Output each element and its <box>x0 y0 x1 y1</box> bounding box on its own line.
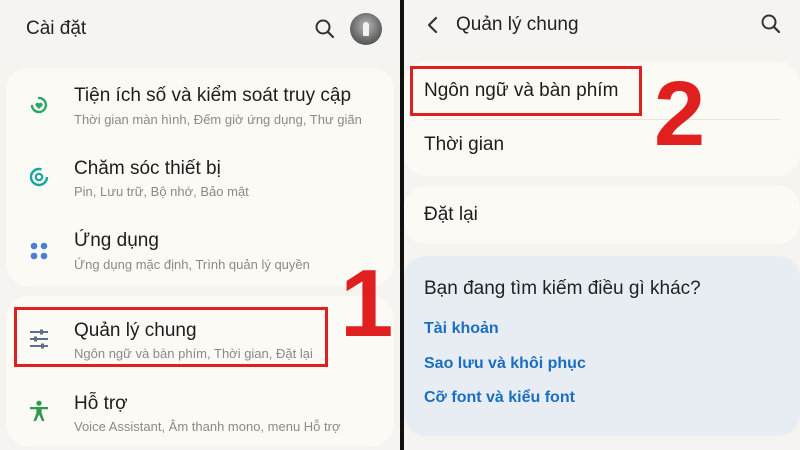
highlight-box-step-2 <box>410 66 642 116</box>
list-item-digital-wellbeing[interactable]: Tiện ích số và kiểm soát truy cập Thời g… <box>6 68 394 140</box>
page-title: Quản lý chung <box>456 14 579 35</box>
general-management-panel: Quản lý chung Ngôn ngữ và bàn phím Thời … <box>404 0 800 450</box>
apps-icon <box>30 242 48 260</box>
list-item-apps[interactable]: Ứng dụng Ứng dụng mặc định, Trình quản l… <box>6 216 394 286</box>
list-item-label: Đặt lại <box>424 204 478 225</box>
list-item-title: Ứng dụng <box>74 230 159 251</box>
suggestion-link-backup-restore[interactable]: Sao lưu và khôi phục <box>424 355 586 373</box>
accessibility-icon <box>30 400 48 421</box>
list-item-subtitle: Pin, Lưu trữ, Bộ nhớ, Bảo mật <box>74 184 249 199</box>
search-icon[interactable] <box>758 11 784 37</box>
device-care-icon <box>29 167 49 187</box>
step-number-1: 1 <box>340 250 394 357</box>
list-item-subtitle: Voice Assistant, Âm thanh mono, menu Hỗ … <box>74 419 341 434</box>
page-title: Cài đặt <box>26 18 87 39</box>
step-number-2: 2 <box>654 63 706 165</box>
suggestions-title: Bạn đang tìm kiếm điều gì khác? <box>424 278 701 299</box>
settings-group-1: Tiện ích số và kiểm soát truy cập Thời g… <box>6 68 394 286</box>
list-item-title: Tiện ích số và kiểm soát truy cập <box>74 85 352 106</box>
list-item-title: Chăm sóc thiết bị <box>74 158 221 179</box>
list-item-label: Thời gian <box>424 134 505 155</box>
list-item-reset[interactable]: Đặt lại <box>404 186 800 244</box>
settings-panel: Cài đặt Tiện ích số và kiểm soát truy cậ… <box>0 0 400 450</box>
list-item-title: Hỗ trợ <box>74 393 128 414</box>
suggestion-link-font-size-style[interactable]: Cỡ font và kiểu font <box>424 389 575 407</box>
back-icon[interactable] <box>420 12 446 38</box>
search-icon[interactable] <box>312 16 338 42</box>
digital-wellbeing-icon <box>30 96 48 114</box>
list-item-accessibility[interactable]: Hỗ trợ Voice Assistant, Âm thanh mono, m… <box>6 378 394 446</box>
general-management-group-2: Đặt lại <box>404 186 800 244</box>
search-suggestions-card: Bạn đang tìm kiếm điều gì khác? Tài khoả… <box>404 256 800 436</box>
list-item-date-time[interactable]: Thời gian <box>404 120 800 176</box>
list-item-subtitle: Ứng dụng mặc định, Trình quản lý quyền <box>74 257 310 272</box>
list-item-device-care[interactable]: Chăm sóc thiết bị Pin, Lưu trữ, Bộ nhớ, … <box>6 144 394 216</box>
highlight-box-step-1 <box>14 307 328 367</box>
suggestion-link-account[interactable]: Tài khoản <box>424 320 499 338</box>
avatar[interactable] <box>350 13 382 45</box>
list-item-subtitle: Thời gian màn hình, Đếm giờ ứng dụng, Th… <box>74 112 362 127</box>
